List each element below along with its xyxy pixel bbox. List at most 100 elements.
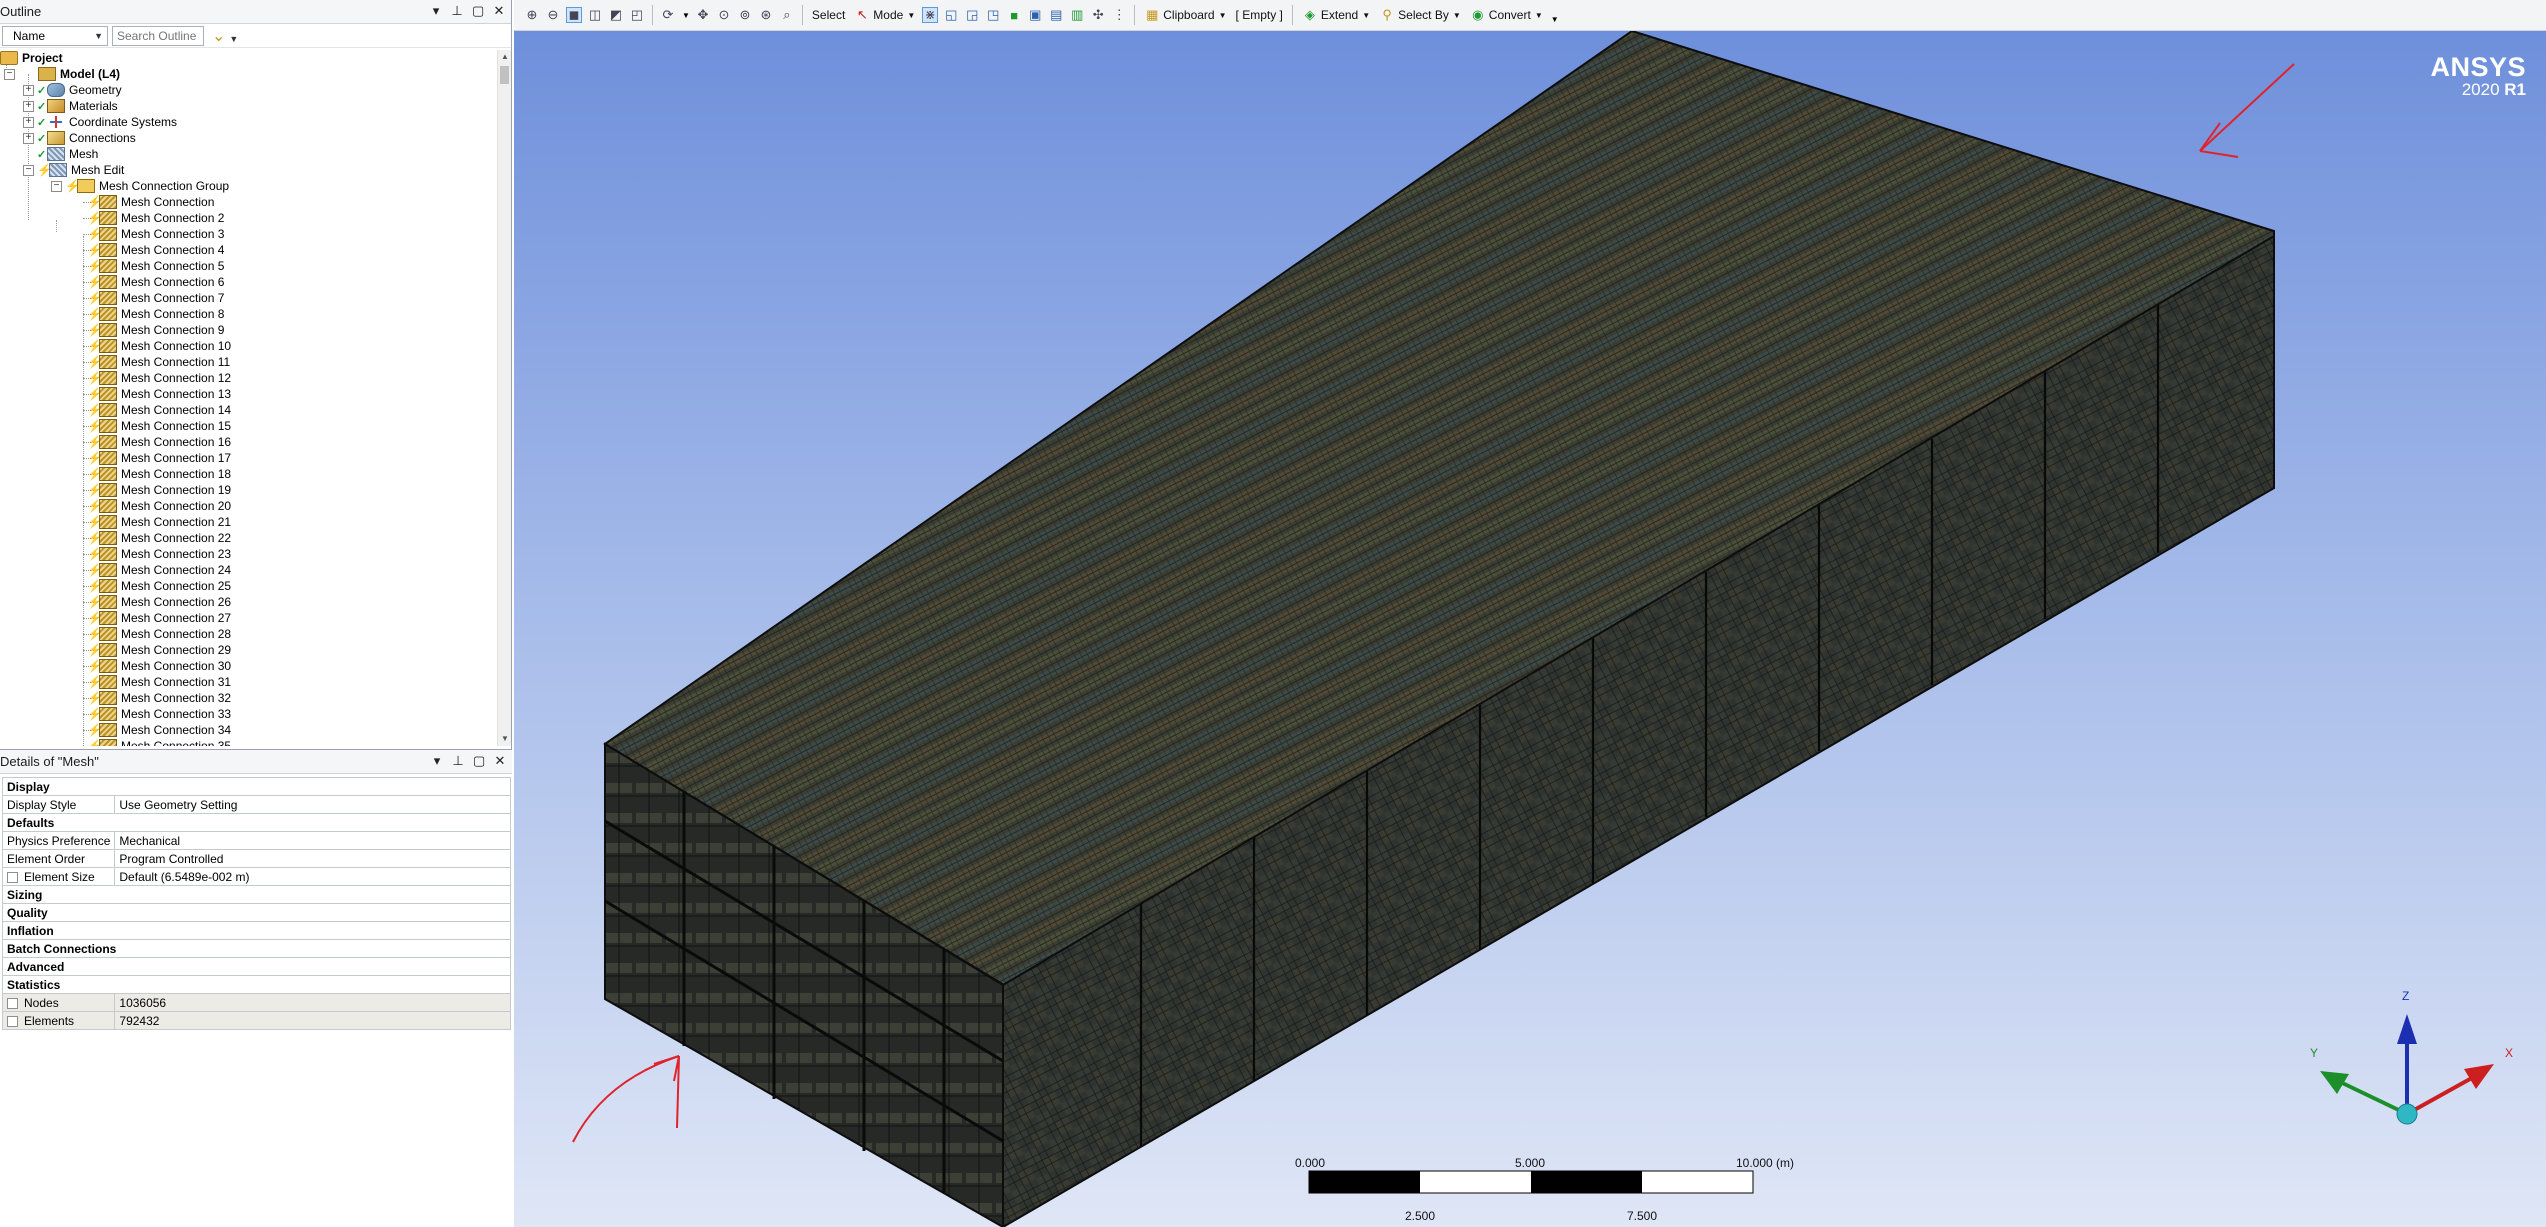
row-display-style[interactable]: Display Style Use Geometry Setting [1,795,511,814]
tree-item-mesh-connection[interactable]: ⚡ Mesh Connection 27 [87,610,231,626]
zoom-out-icon[interactable]: ⊖ [545,7,561,23]
zoom-to-fit-icon[interactable]: ⊛ [758,7,774,23]
category-inflation[interactable]: Inflation [2,921,511,940]
scroll-up-icon[interactable]: ▲ [498,50,512,64]
expand-icon[interactable]: + [23,132,34,144]
tree-item-mesh-connection[interactable]: ⚡ Mesh Connection 10 [87,338,231,354]
tree-item-mesh-connection[interactable]: ⚡ Mesh Connection 2 [87,210,224,226]
toolbar-overflow-icon[interactable]: ▼ [1551,15,1559,24]
panel-menu-icon[interactable]: ▾ [430,4,442,18]
maximize-icon[interactable]: ▢ [472,4,484,18]
row-physics-preference[interactable]: Physics Preference Mechanical [1,831,511,850]
tree-item-mesh-connection[interactable]: ⚡ Mesh Connection 9 [87,322,224,338]
convert-dropdown[interactable]: ◉ Convert ▼ [1468,4,1545,26]
parameter-checkbox[interactable] [7,871,18,883]
category-batch-connections[interactable]: Batch Connections [2,939,511,958]
tree-item-mesh-connection[interactable]: ⚡ Mesh Connection 18 [87,466,231,482]
select-by-dropdown[interactable]: ⚲ Select By ▼ [1377,4,1463,26]
tree-item-mesh-connection[interactable]: ⚡ Mesh Connection 6 [87,274,224,290]
tree-item-mesh-connection[interactable]: ⚡ Mesh Connection [87,194,214,210]
tree-item-mesh-connection[interactable]: ⚡ Mesh Connection 12 [87,370,231,386]
expand-icon[interactable]: + [23,84,34,96]
expand-icon[interactable]: + [23,116,34,128]
maximize-icon[interactable]: ▢ [473,754,485,768]
tree-item-mesh-connection[interactable]: ⚡ Mesh Connection 21 [87,514,231,530]
tree-item-mesh-connection[interactable]: ⚡ Mesh Connection 4 [87,242,224,258]
category-statistics[interactable]: Statistics [2,975,511,994]
tree-item-mesh-connection[interactable]: ⚡ Mesh Connection 20 [87,498,231,514]
category-display[interactable]: Display [2,777,511,796]
select-vertex-icon[interactable]: ⋇ [922,7,939,23]
shaded-display-icon[interactable]: ◼ [566,7,582,23]
tree-scrollbar[interactable]: ▲ ▼ [497,50,511,746]
row-element-order[interactable]: Element Order Program Controlled [1,849,511,868]
tree-item-mesh-connection[interactable]: ⚡ Mesh Connection 28 [87,626,231,642]
select-label[interactable]: Select [810,4,847,26]
expand-icon[interactable]: + [23,100,34,112]
scroll-thumb[interactable] [500,66,509,84]
select-all-icon[interactable]: ✣ [1090,7,1106,23]
tree-item-mesh-connection[interactable]: ⚡ Mesh Connection 32 [87,690,231,706]
tree-item-mesh-connection[interactable]: ⚡ Mesh Connection 25 [87,578,231,594]
collapse-icon[interactable]: − [23,164,34,176]
tree-item-mesh-connection[interactable]: ⚡ Mesh Connection 11 [87,354,230,370]
tree-item-mesh-connection-group[interactable]: − ⚡ Mesh Connection Group [51,178,229,194]
tree-item-mesh-connection[interactable]: ⚡ Mesh Connection 17 [87,450,231,466]
rotate-icon[interactable]: ⟳ [660,7,676,23]
scroll-down-icon[interactable]: ▼ [498,732,512,746]
chevron-down-icon[interactable]: ▼ [229,34,238,44]
name-filter-select[interactable]: Name ▼ [2,25,108,46]
select-element-icon[interactable]: ▤ [1048,7,1064,23]
magnifier-icon[interactable]: ⌕ [779,7,795,23]
tree-item-mesh-connection[interactable]: ⚡ Mesh Connection 3 [87,226,224,242]
tree-item-materials[interactable]: + ✓ Materials [23,98,118,114]
mode-dropdown[interactable]: ↖ Mode ▼ [852,4,917,26]
collapse-icon[interactable]: − [4,68,15,80]
select-node-icon[interactable]: ■ [1006,7,1022,23]
tree-item-mesh-connection[interactable]: ⚡ Mesh Connection 5 [87,258,224,274]
tree-item-mesh-connection[interactable]: ⚡ Mesh Connection 33 [87,706,231,722]
tree-item-mesh-connection[interactable]: ⚡ Mesh Connection 31 [87,674,231,690]
select-body-icon[interactable]: ◳ [985,7,1001,23]
tree-item-mesh-connection[interactable]: ⚡ Mesh Connection 7 [87,290,224,306]
tree-item-coordinate-systems[interactable]: + ✓ Coordinate Systems [23,114,177,130]
search-outline-input[interactable] [112,25,204,46]
box-zoom-icon[interactable]: ⊚ [737,7,753,23]
pin-icon[interactable]: ⊥ [452,754,464,768]
panel-menu-icon[interactable]: ▾ [431,754,443,768]
close-icon[interactable]: ✕ [494,754,506,768]
wireframe-icon[interactable]: ◫ [587,7,603,23]
tree-item-mesh-connection[interactable]: ⚡ Mesh Connection 34 [87,722,231,738]
tree-item-mesh-connection[interactable]: ⚡ Mesh Connection 24 [87,562,231,578]
tree-item-model[interactable]: − Model (L4) [4,66,120,82]
zoom-in-icon[interactable]: ⊕ [524,7,540,23]
tree-item-mesh-connection[interactable]: ⚡ Mesh Connection 29 [87,642,231,658]
tree-item-geometry[interactable]: + ✓ Geometry [23,82,122,98]
collapse-icon[interactable]: − [51,180,62,192]
tree-item-mesh-connection[interactable]: ⚡ Mesh Connection 35 [87,738,231,746]
clipboard-dropdown[interactable]: ▦ Clipboard ▼ [1142,4,1228,26]
model-canvas[interactable] [514,31,2546,1227]
chevron-down-icon[interactable]: ▼ [682,11,690,20]
show-hidden-icon[interactable]: ◩ [608,7,624,23]
select-element-face-icon[interactable]: ▣ [1027,7,1043,23]
parameter-checkbox[interactable] [7,997,18,1009]
category-sizing[interactable]: Sizing [2,885,511,904]
tree-item-mesh-connection[interactable]: ⚡ Mesh Connection 30 [87,658,231,674]
extend-dropdown[interactable]: ◈ Extend ▼ [1300,4,1372,26]
zoom-icon[interactable]: ⊙ [716,7,732,23]
tree-item-mesh-edit[interactable]: − ⚡ Mesh Edit [23,162,124,178]
tree-item-mesh-connection[interactable]: ⚡ Mesh Connection 26 [87,594,231,610]
parameter-checkbox[interactable] [7,1015,18,1027]
tree-item-project[interactable]: Project [0,50,63,66]
tree-item-mesh-connection[interactable]: ⚡ Mesh Connection 16 [87,434,231,450]
filter-icon[interactable]: ⌄ [212,26,225,46]
tree-item-mesh-connection[interactable]: ⚡ Mesh Connection 19 [87,482,231,498]
category-defaults[interactable]: Defaults [2,813,511,832]
tree-item-connections[interactable]: + ✓ Connections [23,130,136,146]
tree-item-mesh-connection[interactable]: ⚡ Mesh Connection 22 [87,530,231,546]
select-connected-icon[interactable]: ⋮ [1111,7,1127,23]
row-elements[interactable]: Elements 792432 [1,1011,511,1030]
tree-item-mesh-connection[interactable]: ⚡ Mesh Connection 8 [87,306,224,322]
tree-item-mesh-connection[interactable]: ⚡ Mesh Connection 13 [87,386,231,402]
